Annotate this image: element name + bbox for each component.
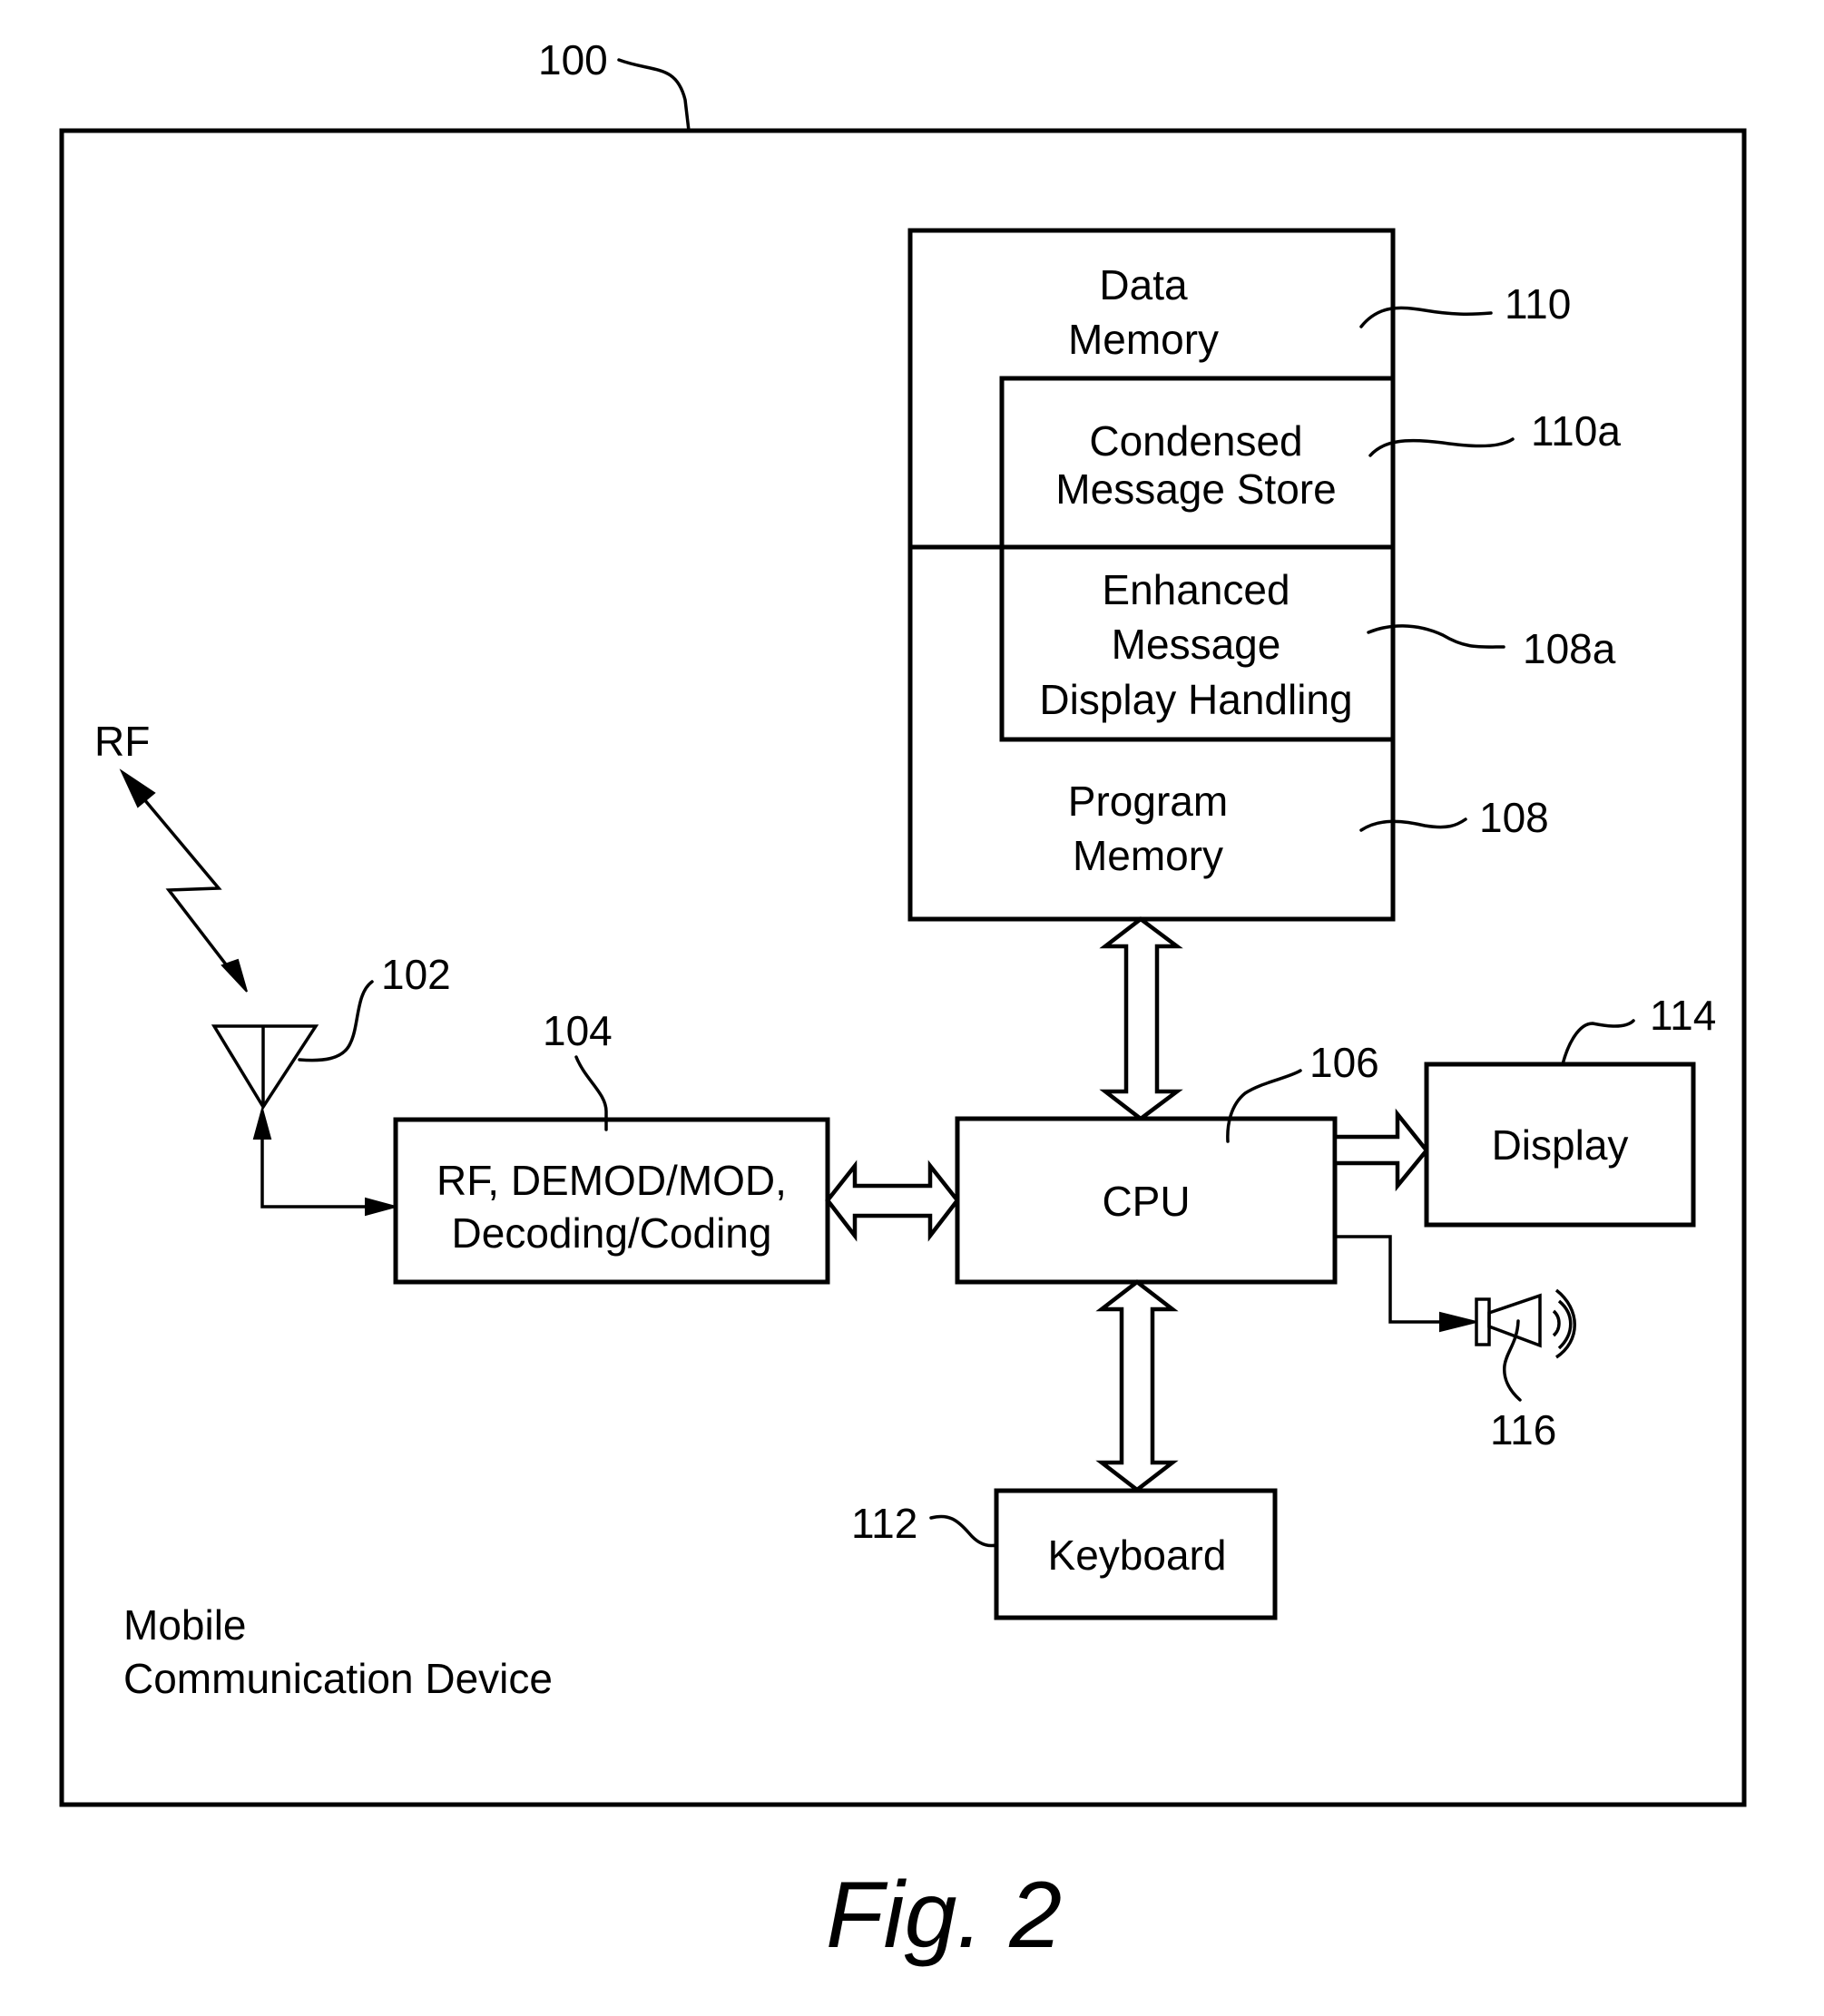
enhanced-handling-line3: Display Handling bbox=[1039, 676, 1352, 723]
ref-114: 114 bbox=[1650, 992, 1716, 1039]
ref-102: 102 bbox=[381, 951, 451, 998]
display-label: Display bbox=[1492, 1121, 1629, 1169]
leader-100 bbox=[617, 58, 691, 132]
ref-110a: 110a bbox=[1531, 407, 1621, 455]
rf-module-line2: Decoding/Coding bbox=[452, 1209, 772, 1257]
rf-signal-label: RF bbox=[94, 718, 150, 765]
ref-106: 106 bbox=[1309, 1039, 1379, 1086]
ref-108a: 108a bbox=[1523, 625, 1616, 672]
enhanced-handling-line2: Message bbox=[1112, 621, 1281, 668]
program-memory-line1: Program bbox=[1068, 778, 1228, 825]
ref-116: 116 bbox=[1490, 1406, 1556, 1453]
ref-110: 110 bbox=[1505, 280, 1571, 328]
enhanced-handling-line1: Enhanced bbox=[1102, 566, 1290, 613]
keyboard-label: Keyboard bbox=[1048, 1532, 1227, 1579]
cpu-label: CPU bbox=[1102, 1178, 1190, 1225]
condensed-store-line1: Condensed bbox=[1089, 417, 1302, 465]
condensed-store-line2: Message Store bbox=[1055, 465, 1336, 513]
block-diagram: 100 Mobile Communication Device RF 102 R… bbox=[59, 36, 1747, 1968]
rf-module-line1: RF, DEMOD/MOD, bbox=[436, 1157, 787, 1204]
ref-104: 104 bbox=[543, 1007, 613, 1054]
device-label-line1: Mobile bbox=[123, 1601, 247, 1649]
ref-100: 100 bbox=[538, 36, 608, 83]
ref-112: 112 bbox=[851, 1500, 917, 1547]
device-label-line2: Communication Device bbox=[123, 1655, 553, 1702]
figure-caption: Fig. 2 bbox=[826, 1863, 1062, 1968]
program-memory-line2: Memory bbox=[1073, 832, 1223, 879]
data-memory-line2: Memory bbox=[1068, 316, 1219, 363]
data-memory-line1: Data bbox=[1099, 261, 1188, 308]
ref-108: 108 bbox=[1479, 794, 1549, 841]
device-boundary bbox=[59, 128, 1747, 1807]
